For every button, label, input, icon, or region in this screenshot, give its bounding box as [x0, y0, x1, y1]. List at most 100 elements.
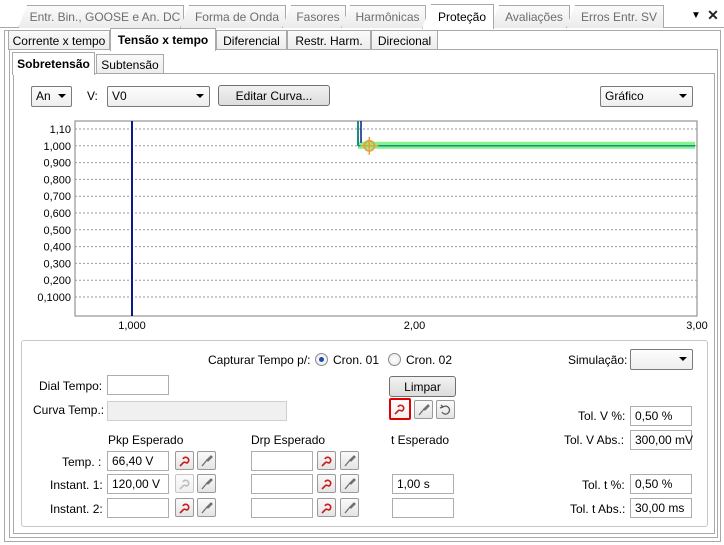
y-tick-label: 0,600: [43, 208, 71, 220]
voltage-time-chart[interactable]: 1,10 1,000 0,900 0,800 0,700 0,600 0,500 0,400 0…: [29, 116, 709, 334]
clear-button[interactable]: Limpar: [389, 376, 456, 397]
y-tick-label: 1,000: [43, 141, 71, 153]
tol-v-abs-input[interactable]: 300,00 mV: [630, 430, 693, 450]
chevron-down-icon: [196, 94, 204, 98]
tab-voltage-time[interactable]: Tensão x tempo: [110, 28, 216, 51]
y-tick-label: 0,400: [43, 242, 71, 254]
pkp-header: Pkp Esperado: [108, 433, 184, 447]
temp-drp-input[interactable]: [251, 451, 313, 471]
cron-01-label[interactable]: Cron. 01: [333, 353, 379, 367]
chart-svg[interactable]: 1,10 1,000 0,900 0,800 0,700 0,600 0,500 0,400 0…: [29, 116, 709, 334]
instant2-drp-capture-button[interactable]: [317, 498, 336, 517]
instant2-pkp-input[interactable]: [107, 498, 169, 518]
y-tick-label: 0,800: [43, 174, 71, 186]
x-tick-label: 3,00: [686, 320, 707, 332]
tol-v-pct-label: Tol. V %:: [578, 409, 626, 423]
temp-pkp-input[interactable]: 66,40 V: [107, 451, 169, 471]
tol-v-pct-input[interactable]: 0,50 %: [630, 406, 692, 426]
instant1-drp-input[interactable]: [251, 474, 313, 494]
dial-input[interactable]: [107, 375, 169, 395]
temp-drp-brush-button[interactable]: [340, 451, 359, 470]
tab-harmonics[interactable]: Harmônicas: [341, 5, 426, 28]
chevron-down-icon: [58, 94, 66, 98]
capture-pickup-button[interactable]: [389, 398, 411, 420]
y-tick-label: 0,900: [43, 158, 71, 170]
brush-icon: [201, 478, 213, 490]
tab-directional[interactable]: Direcional: [371, 30, 438, 50]
tab-differential[interactable]: Diferencial: [216, 30, 287, 50]
y-tick-label: 0,1000: [37, 292, 71, 304]
curve-temp-label: Curva Temp.:: [33, 403, 105, 417]
pickup-icon: [394, 404, 405, 415]
curve-temp-field: [107, 401, 287, 421]
temp-drp-capture-button[interactable]: [317, 451, 336, 470]
voltage-select-value: V0: [112, 89, 127, 103]
tab-undervoltage[interactable]: Subtensão: [96, 54, 164, 74]
phase-select[interactable]: An: [31, 86, 72, 107]
capture-brush-button[interactable]: [414, 400, 433, 419]
y-tick-label: 1,10: [50, 124, 71, 136]
tol-t-abs-input[interactable]: 30,00 ms: [630, 498, 692, 518]
tab-sv-input-errors[interactable]: Erros Entr. SV: [566, 5, 664, 28]
tab-waveform[interactable]: Forma de Onda: [180, 5, 286, 28]
instant2-t-input[interactable]: [392, 498, 454, 518]
cron-01-radio[interactable]: [315, 353, 328, 366]
tab-overvoltage[interactable]: Sobretensão: [12, 52, 95, 75]
simulation-label: Simulação:: [568, 353, 628, 367]
row-temp-label: Temp. :: [62, 455, 102, 469]
tab-evaluations[interactable]: Avaliações: [490, 5, 570, 28]
tab-harmonic-restraint[interactable]: Restr. Harm.: [287, 30, 371, 50]
edit-curve-button[interactable]: Editar Curva...: [218, 85, 330, 106]
view-select-value: Gráfico: [605, 89, 644, 103]
tab-protection[interactable]: Proteção: [422, 4, 494, 29]
brush-icon: [418, 404, 430, 416]
x-tick-label: 2,00: [404, 320, 425, 332]
instant2-pkp-capture-button[interactable]: [175, 498, 194, 517]
tab-current-time[interactable]: Corrente x tempo: [8, 30, 110, 50]
t-header: t Esperado: [391, 433, 450, 447]
tol-t-abs-label: Tol. t Abs.:: [570, 502, 626, 516]
undo-button[interactable]: [436, 400, 455, 419]
y-tick-label: 0,200: [43, 275, 71, 287]
pickup-icon: [320, 503, 331, 514]
instant1-pkp-input[interactable]: 120,00 V: [107, 474, 169, 494]
voltage-select[interactable]: V0: [107, 86, 210, 107]
temp-pkp-capture-button[interactable]: [175, 451, 194, 470]
brush-icon: [201, 502, 213, 514]
instant2-pkp-brush-button[interactable]: [197, 498, 216, 517]
instant1-drp-capture-button[interactable]: [317, 474, 336, 493]
brush-icon: [344, 455, 356, 467]
tol-t-pct-input[interactable]: 0,50 %: [630, 474, 692, 494]
view-select[interactable]: Gráfico: [600, 86, 693, 107]
instant1-t-input[interactable]: 1,00 s: [392, 474, 454, 494]
dial-label: Dial Tempo:: [39, 379, 103, 393]
row-instant2-label: Instant. 2:: [50, 502, 103, 516]
tab-binary-goose-dc[interactable]: Entr. Bin., GOOSE e An. DC: [18, 5, 184, 28]
cron-02-label[interactable]: Cron. 02: [406, 353, 452, 367]
instant2-drp-input[interactable]: [251, 498, 313, 518]
temp-pkp-brush-button[interactable]: [197, 451, 216, 470]
simulation-select[interactable]: [630, 349, 693, 370]
chevron-down-icon: [679, 94, 687, 98]
instant1-pkp-brush-button[interactable]: [197, 474, 216, 493]
tol-v-abs-label: Tol. V Abs.:: [564, 433, 625, 447]
instant1-drp-brush-button[interactable]: [340, 474, 359, 493]
close-icon[interactable]: ✕: [706, 6, 720, 24]
instant1-pkp-capture-button[interactable]: [175, 474, 194, 493]
instant2-drp-brush-button[interactable]: [340, 498, 359, 517]
brush-icon: [344, 478, 356, 490]
pickup-icon: [320, 479, 331, 490]
tab-phasors[interactable]: Fasores: [282, 5, 346, 28]
y-tick-label: 0,500: [43, 225, 71, 237]
drp-header: Drp Esperado: [251, 433, 326, 447]
v-label: V:: [87, 89, 98, 103]
pickup-icon: [320, 456, 331, 467]
tab-list-dropdown-icon[interactable]: ▼: [689, 9, 703, 23]
capture-label: Capturar Tempo p/:: [208, 353, 311, 367]
y-tick-label: 0,700: [43, 191, 71, 203]
pickup-icon: [178, 479, 189, 490]
pickup-icon: [178, 503, 189, 514]
chevron-down-icon: [679, 357, 687, 361]
brush-icon: [201, 455, 213, 467]
cron-02-radio[interactable]: [388, 353, 401, 366]
